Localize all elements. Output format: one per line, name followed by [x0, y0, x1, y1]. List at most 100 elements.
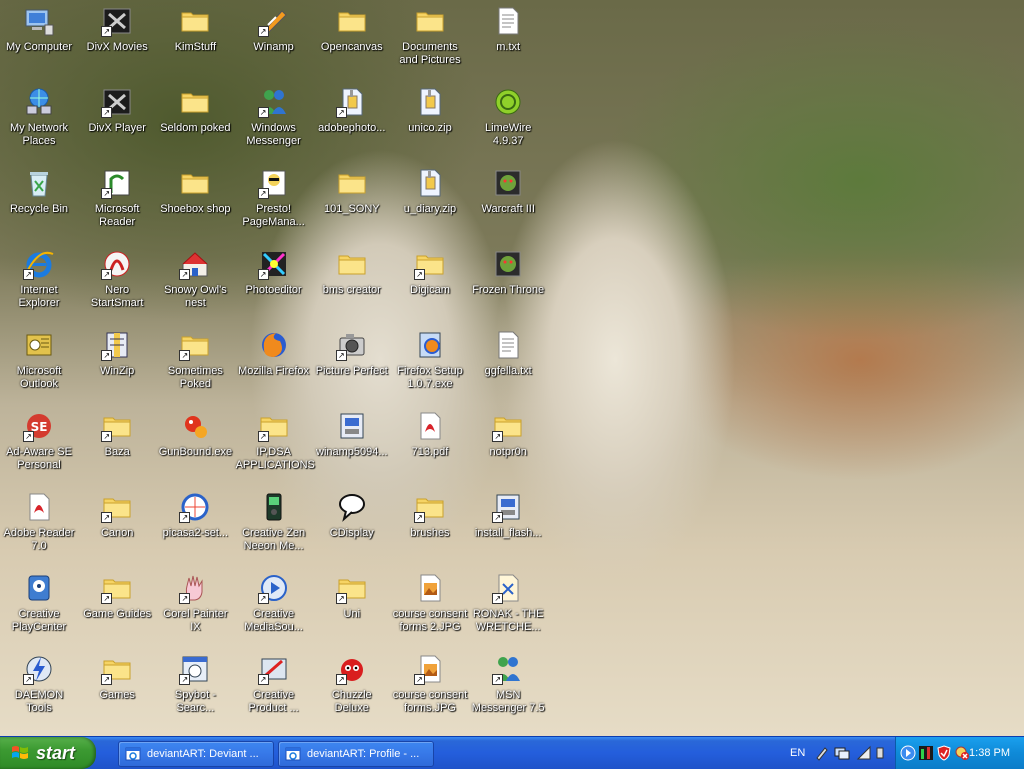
desktop-icon-m-txt[interactable]: m.txt — [469, 2, 547, 80]
desktop-icon-warcraft-iii[interactable]: Warcraft III — [469, 164, 547, 242]
desktop-icon-adobe-reader-7-0[interactable]: Adobe Reader 7.0 — [0, 488, 78, 566]
shortcut-arrow-icon: ↗ — [101, 26, 113, 37]
desktop-icon-digicam[interactable]: ↗ Digicam — [391, 245, 469, 323]
desktop-icon-seldom-poked[interactable]: Seldom poked — [156, 83, 234, 161]
desktop-icon-mozilla-firefox[interactable]: Mozilla Firefox — [235, 326, 313, 404]
desktop-icon-picture-perfect[interactable]: ↗ Picture Perfect — [313, 326, 391, 404]
adaware-icon: SE ↗ — [23, 410, 55, 442]
desktop-icon-chuzzle-deluxe[interactable]: ↗ Chuzzle Deluxe — [313, 650, 391, 728]
folder-icon — [336, 167, 368, 199]
desktop-icon-cdisplay[interactable]: CDisplay — [313, 488, 391, 566]
desktop-icon-microsoft-reader[interactable]: ↗ Microsoft Reader — [78, 164, 156, 242]
desktop-icon-photoeditor[interactable]: ↗ Photoeditor — [235, 245, 313, 323]
desktop-icon-corel-painter-ix[interactable]: ↗ Corel Painter IX — [156, 569, 234, 647]
desktop-icon-brushes[interactable]: ↗ brushes — [391, 488, 469, 566]
desktop-icon-creative-playcenter[interactable]: Creative PlayCenter — [0, 569, 78, 647]
folder-icon: ↗ — [101, 410, 133, 442]
desktop-icon-label: LimeWire 4.9.37 — [484, 122, 532, 147]
desktop-icon-my-computer[interactable]: My Computer — [0, 2, 78, 80]
desktop-icon-ronak-the-wretche[interactable]: ↗ RONAK - THE WRETCHE... — [469, 569, 547, 647]
media-icon: ↗ — [257, 572, 290, 604]
desktop-icon-winzip[interactable]: ↗ WinZip — [78, 326, 156, 404]
taskbar-button-deviantart-profile[interactable]: deviantART: Profile - ... — [278, 741, 434, 767]
desktop-icon-101-sony[interactable]: 101_SONY — [313, 164, 391, 242]
shortcut-arrow-icon: ↗ — [179, 674, 191, 685]
pen-icon[interactable] — [814, 745, 830, 761]
desktop-icon-label: ggfella.txt — [484, 365, 532, 377]
start-button[interactable]: start — [0, 737, 96, 769]
desktop-icon-label: Frozen Throne — [472, 284, 545, 296]
desktop-icon-msn-messenger-7-5[interactable]: ↗ MSN Messenger 7.5 — [469, 650, 547, 728]
desktop-icon-games[interactable]: ↗ Games — [78, 650, 156, 728]
desktop-icon-snowy-owl-s-nest[interactable]: ↗ Snowy Owl's nest — [156, 245, 234, 323]
desktop-icon-opencanvas[interactable]: Opencanvas — [313, 2, 391, 80]
desktop-icon-label: Creative MediaSou... — [244, 608, 303, 633]
desktop-icon-ip-dsa-applications[interactable]: ↗ IP,DSA APPLICATIONS — [235, 407, 315, 485]
speech-bubble-icon — [336, 491, 368, 523]
desktop-icon-gunbound-exe[interactable]: GunBound.exe — [156, 407, 234, 485]
chuzzle-icon: ↗ — [335, 653, 368, 685]
shortcut-arrow-icon: ↗ — [257, 593, 269, 604]
desktop-icon-canon[interactable]: ↗ Canon — [78, 488, 156, 566]
desktop-icon-windows-messenger[interactable]: ↗ Windows Messenger — [235, 83, 313, 161]
desktop-icon-label: Firefox Setup 1.0.7.exe — [397, 365, 463, 390]
desktop-icon-kimstuff[interactable]: KimStuff — [156, 2, 234, 80]
desktop-icon-label: Creative Product ... — [248, 689, 299, 714]
clock[interactable]: 1:38 PM — [969, 747, 1010, 759]
desktop-icon-nero-startsmart[interactable]: ↗ Nero StartSmart — [78, 245, 156, 323]
desktop-icon-frozen-throne[interactable]: Frozen Throne — [469, 245, 547, 323]
shield-icon[interactable] — [936, 745, 952, 761]
shortcut-arrow-icon: ↗ — [101, 269, 113, 280]
desktop-icon-creative-zen-neeon-me[interactable]: Creative Zen Neeon Me... — [235, 488, 313, 566]
desktop-icon-course-consent-forms-jpg[interactable]: ↗ course consent forms.JPG — [391, 650, 469, 728]
shortcut-arrow-icon: ↗ — [101, 512, 113, 523]
desktop-icon-unico-zip[interactable]: unico.zip — [391, 83, 469, 161]
desktop-icon-u-diary-zip[interactable]: u_diary.zip — [391, 164, 469, 242]
network-status-icon[interactable] — [834, 745, 850, 761]
safely-remove-icon[interactable] — [856, 745, 872, 761]
security-status-icon[interactable] — [954, 745, 970, 761]
desktop-icon-creative-mediasou[interactable]: ↗ Creative MediaSou... — [235, 569, 313, 647]
desktop-icon-sometimes-poked[interactable]: ↗ Sometimes Poked — [156, 326, 234, 404]
shortcut-arrow-icon: ↗ — [414, 269, 425, 280]
desktop-icon-label: Chuzzle Deluxe — [331, 689, 372, 714]
desktop-icon-bms-creator[interactable]: bms creator — [313, 245, 391, 323]
desktop-icon-divx-movies[interactable]: ↗ DivX Movies — [78, 2, 156, 80]
pdf-icon — [414, 410, 446, 442]
desktop-icon-limewire-4-9-37[interactable]: LimeWire 4.9.37 — [469, 83, 547, 161]
desktop-icon-course-consent-forms-2-jpg[interactable]: course consent forms 2.JPG — [391, 569, 469, 647]
desktop-icon-firefox-setup-1-0-7-exe[interactable]: Firefox Setup 1.0.7.exe — [391, 326, 469, 404]
taskbar-button-deviantart-deviant[interactable]: deviantART: Deviant ... — [118, 741, 274, 767]
desktop-icon-divx-player[interactable]: ↗ DivX Player — [78, 83, 156, 161]
desktop-icon-winamp5094[interactable]: winamp5094... — [313, 407, 391, 485]
desktop-icon-game-guides[interactable]: ↗ Game Guides — [78, 569, 156, 647]
desktop-icon-spybot-searc[interactable]: ↗ Spybot - Searc... — [156, 650, 234, 728]
desktop-icon-my-network-places[interactable]: My Network Places — [0, 83, 78, 161]
language-indicator[interactable]: EN — [790, 747, 805, 759]
volume-icon[interactable] — [872, 745, 888, 761]
desktop-icon-internet-explorer[interactable]: ↗ Internet Explorer — [0, 245, 78, 323]
desktop-icon-adobephoto[interactable]: ↗ adobephoto... — [313, 83, 391, 161]
desktop-icon-notpr0n[interactable]: ↗ notpr0n — [469, 407, 547, 485]
desktop-icon-daemon-tools[interactable]: ↗ DAEMON Tools — [0, 650, 78, 728]
desktop-icon-baza[interactable]: ↗ Baza — [78, 407, 156, 485]
desktop-icon-label: CDisplay — [329, 527, 374, 539]
desktop-icon-shoebox-shop[interactable]: Shoebox shop — [156, 164, 234, 242]
desktop-icon-ad-aware-se-personal[interactable]: SE ↗ Ad-Aware SE Personal — [0, 407, 78, 485]
desktop-icon-documents-and-pictures[interactable]: Documents and Pictures — [391, 2, 469, 80]
desktop-icon-recycle-bin[interactable]: Recycle Bin — [0, 164, 78, 242]
desktop-icon-label: Recycle Bin — [9, 203, 69, 215]
desktop-icon-label: Creative Zen Neeon Me... — [242, 527, 306, 552]
desktop-icon-microsoft-outlook[interactable]: Microsoft Outlook — [0, 326, 78, 404]
status-meter-icon[interactable] — [918, 745, 934, 761]
desktop-icon-presto-pagemana[interactable]: ↗ Presto! PageMana... — [235, 164, 313, 242]
desktop-icon-install-flash[interactable]: ↗ install_flash... — [469, 488, 547, 566]
desktop-icon-uni[interactable]: ↗ Uni — [313, 569, 391, 647]
tray-arrow-icon[interactable] — [900, 745, 916, 761]
zip-icon — [414, 167, 446, 199]
desktop-icon-creative-product[interactable]: ↗ Creative Product ... — [235, 650, 313, 728]
desktop-icon-713-pdf[interactable]: 713.pdf — [391, 407, 469, 485]
desktop-icon-picasa2-set[interactable]: ↗ picasa2-set... — [156, 488, 234, 566]
desktop-icon-ggfella-txt[interactable]: ggfella.txt — [469, 326, 547, 404]
desktop-icon-winamp[interactable]: ↗ Winamp — [235, 2, 313, 80]
